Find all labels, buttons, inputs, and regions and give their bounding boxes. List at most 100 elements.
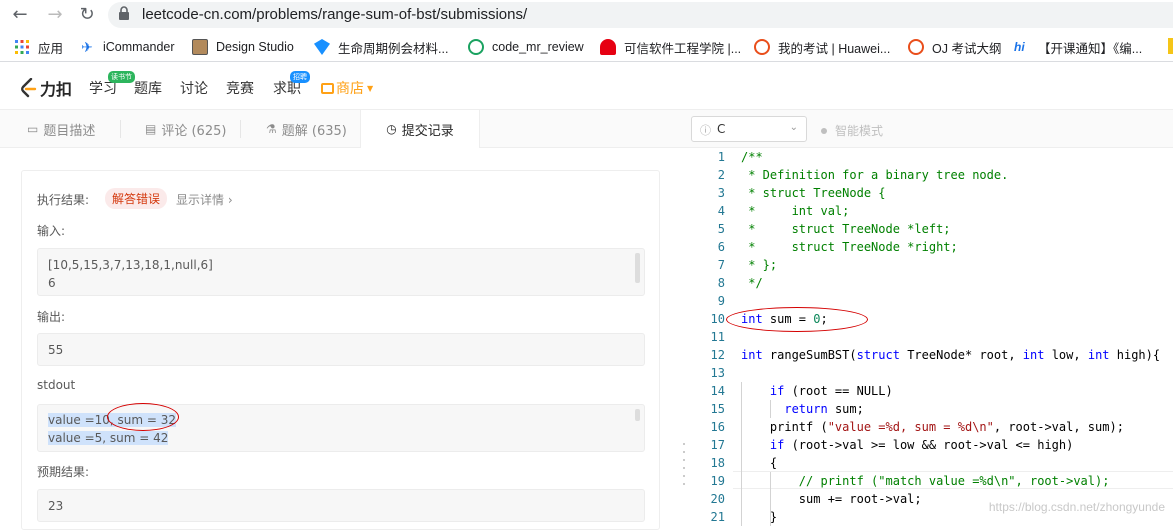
line-number: 14 bbox=[710, 384, 725, 398]
nav-store[interactable]: 商店 ▼ bbox=[321, 78, 373, 98]
code-review-icon bbox=[468, 39, 484, 55]
output-box: 55 bbox=[37, 333, 645, 366]
bookmark-label: OJ 考试大纲 bbox=[932, 41, 1002, 56]
bookmark-apps[interactable]: 应用 bbox=[14, 38, 63, 56]
scrollbar[interactable] bbox=[635, 253, 640, 283]
tab-submissions[interactable]: ◷ 提交记录 bbox=[360, 110, 480, 148]
code-line: // printf ("match value =%d\n", root->va… bbox=[798, 474, 1110, 488]
line-number: 19 bbox=[710, 474, 725, 488]
bookmark-label: 应用 bbox=[38, 41, 64, 56]
annotation-ellipse bbox=[107, 403, 179, 431]
info-icon: ⓘ bbox=[700, 124, 711, 137]
back-arrow-icon[interactable]: ← bbox=[9, 4, 31, 26]
dot-icon bbox=[821, 127, 827, 134]
problem-tabs: ▭ 题目描述 ▤ 评论 (625) ⚗ 题解 (635) ◷ 提交记录 bbox=[0, 110, 681, 148]
code-line: * int val; bbox=[741, 204, 850, 218]
code-line: * struct TreeNode *right; bbox=[741, 240, 958, 254]
bookmark-lifecycle[interactable]: 生命周期例会材料... bbox=[314, 38, 448, 56]
output-label: 输出: bbox=[37, 310, 66, 324]
tab-label: 题目描述 bbox=[43, 123, 96, 139]
language-value: C bbox=[717, 122, 726, 136]
code-line: * struct TreeNode *left; bbox=[741, 222, 951, 236]
code-line: return sum; bbox=[784, 402, 864, 416]
tab-divider bbox=[240, 120, 241, 138]
tab-label: 提交记录 bbox=[401, 123, 454, 139]
tab-label: 评论 (625) bbox=[161, 123, 227, 139]
line-number: 4 bbox=[717, 204, 725, 218]
bookmark-label: 生命周期例会材料... bbox=[338, 41, 449, 56]
bookmark-oj-outline[interactable]: OJ 考试大纲 bbox=[908, 38, 1001, 56]
tab-label: 题解 (635) bbox=[281, 123, 347, 139]
reload-icon[interactable]: ↻ bbox=[76, 4, 98, 26]
code-line: { bbox=[741, 456, 778, 470]
input-box[interactable]: [10,5,15,3,7,13,18,1,null,6] 6 bbox=[37, 248, 645, 296]
store-icon bbox=[321, 82, 334, 94]
code-line: /** bbox=[741, 150, 763, 164]
description-icon: ▭ bbox=[27, 122, 39, 136]
tab-description[interactable]: ▭ 题目描述 bbox=[27, 110, 95, 148]
apps-grid-icon bbox=[15, 40, 29, 54]
line-number: 18 bbox=[710, 456, 725, 470]
bookmark-icommander[interactable]: ✈ iCommander bbox=[79, 38, 174, 56]
bookmark-code-review[interactable]: code_mr_review bbox=[468, 38, 584, 56]
watermark: https://blog.csdn.net/zhongyunde bbox=[988, 500, 1165, 514]
code-line: * }; bbox=[741, 258, 778, 272]
scrollbar[interactable] bbox=[635, 409, 640, 421]
bookmark-label: 【开课通知】《编... bbox=[1038, 41, 1143, 56]
chevron-down-icon: ⌄ bbox=[789, 122, 798, 133]
leetcode-logo-icon bbox=[21, 78, 37, 98]
line-number: 20 bbox=[710, 492, 725, 506]
status-badge: 解答错误 bbox=[105, 188, 168, 209]
language-select[interactable]: ⓘ C ⌄ bbox=[691, 116, 807, 142]
line-number: 12 bbox=[710, 348, 725, 362]
line-number: 1 bbox=[717, 150, 725, 164]
code-line: } bbox=[741, 510, 778, 524]
line-number: 10 bbox=[710, 312, 725, 326]
show-details-link[interactable]: 显示详情 › bbox=[176, 191, 233, 208]
panel-resize-handle[interactable] bbox=[682, 440, 686, 486]
url-text[interactable]: leetcode-cn.com/problems/range-sum-of-bs… bbox=[142, 6, 527, 23]
exam-icon bbox=[754, 39, 770, 55]
code-line: sum += root->val; bbox=[741, 492, 922, 506]
nav-contest[interactable]: 竞赛 bbox=[226, 78, 254, 98]
site-header: 力扣 学习 读书节 题库 讨论 竞赛 求职 招聘 商店 ▼ bbox=[0, 62, 1173, 110]
bookmark-label: 我的考试 | Huawei... bbox=[778, 41, 891, 56]
code-line: if (root->val >= low && root->val <= hig… bbox=[769, 438, 1074, 452]
bookmark-trusted-se[interactable]: 可信软件工程学院 |... bbox=[600, 38, 741, 56]
bookmark-my-exam[interactable]: 我的考试 | Huawei... bbox=[754, 38, 890, 56]
code-line: int rangeSumBST(struct TreeNode* root, i… bbox=[741, 348, 1161, 362]
line-number: 11 bbox=[710, 330, 725, 344]
stdout-text: value =5, sum = 42 bbox=[48, 431, 169, 445]
bookmark-course-notice[interactable]: hi 【开课通知】《编... bbox=[1014, 38, 1142, 56]
tab-comments[interactable]: ▤ 评论 (625) bbox=[145, 110, 226, 148]
code-line: */ bbox=[741, 276, 763, 290]
clock-icon: ◷ bbox=[386, 122, 397, 136]
lock-icon bbox=[119, 6, 129, 20]
line-number: 9 bbox=[717, 294, 725, 308]
huawei-icon bbox=[600, 39, 616, 55]
line-number: 21 bbox=[710, 510, 725, 524]
nav-badge: 读书节 bbox=[108, 71, 135, 83]
site-logo[interactable]: 力扣 bbox=[20, 76, 72, 100]
nav-problems[interactable]: 题库 bbox=[134, 78, 162, 98]
chevron-down-icon: ▼ bbox=[367, 83, 374, 93]
result-card: 执行结果: 解答错误 显示详情 › 输入: [10,5,15,3,7,13,18… bbox=[21, 170, 660, 530]
bookmark-design-studio[interactable]: Design Studio bbox=[192, 38, 294, 56]
line-number: 8 bbox=[717, 276, 725, 290]
smart-mode-toggle[interactable]: 智能模式 bbox=[821, 122, 883, 139]
tab-solutions[interactable]: ⚗ 题解 (635) bbox=[266, 110, 347, 148]
annotation-ellipse bbox=[726, 307, 868, 332]
submission-panel: 执行结果: 解答错误 显示详情 › 输入: [10,5,15,3,7,13,18… bbox=[0, 148, 681, 530]
code-line: printf ("value =%d, sum = %d\n", root->v… bbox=[741, 420, 1124, 434]
browser-toolbar: ← → ↻ leetcode-cn.com/problems/range-sum… bbox=[0, 0, 1173, 30]
code-editor[interactable]: 1 2 3 4 5 6 7 8 9 10 11 12 13 14 15 16 1… bbox=[693, 148, 1173, 526]
flask-icon: ⚗ bbox=[266, 122, 277, 136]
nav-discuss[interactable]: 讨论 bbox=[180, 78, 208, 98]
bookmarks-bar: 应用 ✈ iCommander Design Studio 生命周期例会材料..… bbox=[0, 30, 1173, 62]
icommander-icon: ✈ bbox=[81, 39, 93, 55]
folder-icon[interactable] bbox=[1168, 38, 1173, 54]
stdout-label: stdout bbox=[37, 378, 76, 392]
forward-arrow-icon[interactable]: → bbox=[44, 4, 66, 26]
tab-divider bbox=[120, 120, 121, 138]
expected-value: 23 bbox=[48, 499, 64, 513]
